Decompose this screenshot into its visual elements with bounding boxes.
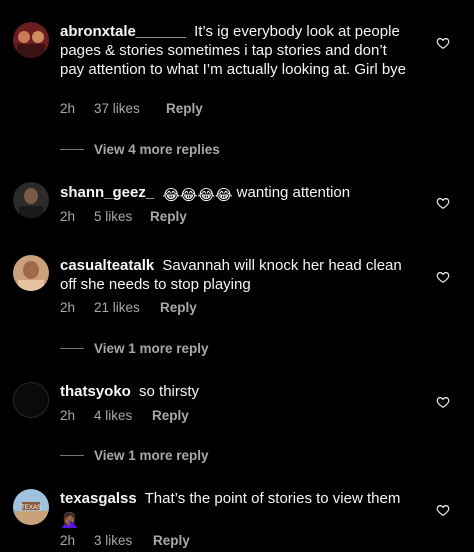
comment-meta: 2h 3 likes Reply (60, 533, 190, 548)
likes-count[interactable]: 37 likes (94, 101, 166, 116)
heart-outline-icon[interactable] (436, 36, 450, 50)
avatar-image (13, 22, 49, 58)
username[interactable]: shann_geez_ (60, 184, 154, 201)
likes-count[interactable]: 3 likes (94, 533, 153, 548)
comment-body: casualteatalk Savannah will knock her he… (60, 256, 415, 294)
heart-outline-icon[interactable] (436, 270, 450, 284)
comment-meta: 2h 4 likes Reply (60, 408, 189, 423)
avatar[interactable] (13, 255, 49, 291)
view-more-replies[interactable]: View 4 more replies (60, 142, 220, 157)
facepalm-emoji-icon: 🤦🏾‍♀️ (60, 512, 79, 529)
likes-count[interactable]: 4 likes (94, 408, 152, 423)
reply-button[interactable]: Reply (160, 300, 197, 315)
view-more-replies-label: View 1 more reply (94, 341, 209, 356)
view-more-replies[interactable]: View 1 more reply (60, 448, 209, 463)
comment-meta: 2h 5 likes Reply (60, 209, 187, 224)
comment-text: wanting attention (236, 184, 351, 201)
comment-meta: 2h 21 likes Reply (60, 300, 197, 315)
avatar[interactable] (13, 22, 49, 58)
svg-text:TEXAS: TEXAS (21, 505, 41, 511)
view-more-replies-label: View 1 more reply (94, 448, 209, 463)
laughing-emoji-icon: 😂😂😂😂 (162, 187, 233, 204)
comment-body: abronxtale______ It’s ig everybody look … (60, 22, 415, 79)
timestamp: 2h (60, 101, 76, 116)
view-more-replies-label: View 4 more replies (94, 142, 220, 157)
heart-outline-icon[interactable] (436, 395, 450, 409)
likes-count[interactable]: 5 likes (94, 209, 150, 224)
likes-count[interactable]: 21 likes (94, 300, 160, 315)
timestamp: 2h (60, 209, 76, 224)
avatar[interactable] (13, 182, 49, 218)
timestamp: 2h (60, 533, 76, 548)
timestamp: 2h (60, 300, 76, 315)
username[interactable]: abronxtale______ (60, 23, 186, 40)
timestamp: 2h (60, 408, 76, 423)
comment-body: texasgalss That’s the point of stories t… (60, 489, 415, 530)
divider-line (60, 348, 84, 349)
reply-button[interactable]: Reply (152, 408, 189, 423)
comment-body: shann_geez_ 😂😂😂😂 wanting attention (60, 183, 415, 205)
avatar[interactable] (13, 382, 49, 418)
username[interactable]: casualteatalk (60, 257, 154, 274)
avatar-image (13, 255, 49, 291)
avatar[interactable]: TEXAS (13, 489, 49, 525)
reply-button[interactable]: Reply (150, 209, 187, 224)
comment-text: That’s the point of stories to view them (144, 490, 401, 507)
comment-meta: 2h 37 likes Reply (60, 101, 203, 116)
view-more-replies[interactable]: View 1 more reply (60, 341, 209, 356)
heart-outline-icon[interactable] (436, 503, 450, 517)
username[interactable]: thatsyoko (60, 383, 131, 400)
heart-outline-icon[interactable] (436, 196, 450, 210)
username[interactable]: texasgalss (60, 490, 137, 507)
divider-line (60, 149, 84, 150)
comment-text: so thirsty (139, 383, 200, 400)
avatar-image: TEXAS (13, 489, 49, 525)
reply-button[interactable]: Reply (153, 533, 190, 548)
avatar-image (13, 182, 49, 218)
comment-body: thatsyoko so thirsty (60, 382, 415, 401)
divider-line (60, 455, 84, 456)
reply-button[interactable]: Reply (166, 101, 203, 116)
